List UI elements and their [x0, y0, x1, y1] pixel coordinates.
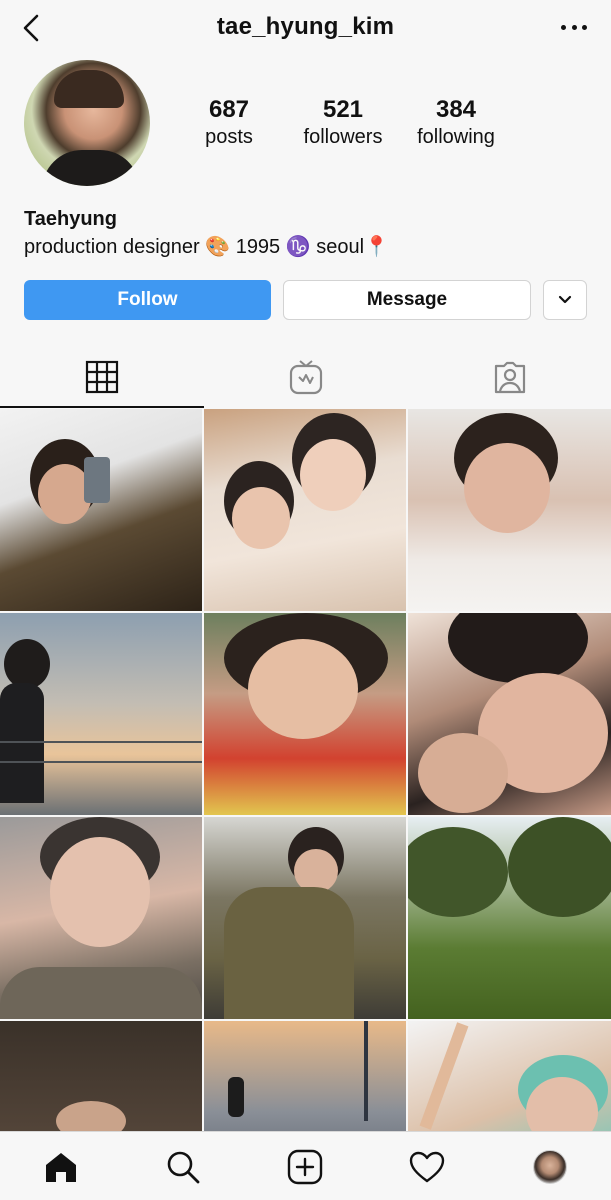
igtv-icon: [289, 360, 323, 395]
tagged-user-icon: [494, 361, 526, 394]
profile-tabs: [0, 344, 611, 410]
more-options-button[interactable]: [561, 16, 587, 38]
active-tab-indicator: [0, 406, 204, 408]
profile-avatar[interactable]: [24, 60, 150, 186]
nav-profile[interactable]: [489, 1132, 611, 1200]
post-thumbnail[interactable]: [408, 409, 611, 611]
profile-bio: production designer 🎨 1995 ♑ seoul📍: [24, 236, 389, 258]
more-dot-icon: [571, 24, 577, 30]
avatar-photo-detail: [54, 70, 124, 108]
posts-grid: [0, 409, 611, 1131]
post-thumbnail[interactable]: [0, 409, 202, 611]
photo-detail: [84, 457, 110, 503]
profile-display-name: Taehyung: [24, 208, 117, 230]
followers-stat[interactable]: 521 followers: [288, 96, 398, 150]
suggested-accounts-button[interactable]: [543, 280, 587, 320]
profile-screen: tae_hyung_kim 687 posts 521 followers 38…: [0, 0, 611, 1200]
photo-detail: [448, 613, 588, 683]
photo-detail: [408, 827, 508, 917]
more-dot-icon: [582, 24, 587, 30]
photo-detail: [56, 1101, 126, 1131]
post-thumbnail[interactable]: [408, 613, 611, 815]
photo-detail: [4, 639, 50, 689]
followers-count: 521: [322, 96, 364, 123]
nav-search[interactable]: [122, 1132, 244, 1200]
nav-home[interactable]: [0, 1132, 122, 1200]
follow-button[interactable]: Follow: [24, 280, 271, 320]
photo-detail: [0, 683, 44, 803]
photo-detail: [0, 967, 202, 1019]
post-thumbnail[interactable]: [204, 1021, 406, 1131]
bottom-navigation: [0, 1131, 611, 1200]
tab-igtv[interactable]: [204, 344, 408, 410]
nav-activity[interactable]: [366, 1132, 488, 1200]
chevron-down-icon: [558, 295, 572, 304]
post-thumbnail[interactable]: [408, 817, 611, 1019]
following-count: 384: [435, 96, 477, 123]
photo-detail: [0, 761, 202, 763]
tab-posts-grid[interactable]: [0, 344, 204, 410]
grid-icon: [85, 360, 119, 394]
top-bar: tae_hyung_kim: [0, 0, 611, 56]
search-icon: [167, 1151, 200, 1183]
message-button[interactable]: Message: [283, 280, 531, 320]
posts-label: posts: [205, 126, 253, 148]
profile-stats: 687 posts 521 followers 384 following: [174, 96, 514, 156]
profile-avatar-small: [533, 1149, 567, 1184]
following-label: following: [417, 126, 495, 148]
tab-tagged[interactable]: [408, 344, 611, 410]
more-dot-icon: [561, 24, 566, 30]
followers-label: followers: [303, 126, 383, 148]
post-thumbnail[interactable]: [0, 613, 202, 815]
post-thumbnail[interactable]: [0, 817, 202, 1019]
heart-icon: [409, 1151, 445, 1182]
post-thumbnail[interactable]: [204, 613, 406, 815]
photo-detail: [248, 639, 358, 739]
post-thumbnail[interactable]: [204, 409, 406, 611]
photo-detail: [228, 1077, 244, 1117]
post-thumbnail[interactable]: [408, 1021, 611, 1131]
following-stat[interactable]: 384 following: [401, 96, 511, 150]
home-icon: [46, 1152, 76, 1182]
photo-detail: [224, 887, 354, 1019]
post-thumbnail[interactable]: [204, 817, 406, 1019]
posts-count: 687: [208, 96, 250, 123]
posts-stat[interactable]: 687 posts: [174, 96, 284, 150]
photo-detail: [508, 817, 611, 917]
photo-detail: [0, 741, 202, 743]
photo-detail: [300, 439, 366, 511]
photo-detail: [419, 1022, 469, 1130]
post-thumbnail[interactable]: [0, 1021, 202, 1131]
nav-new-post[interactable]: [244, 1132, 366, 1200]
profile-username: tae_hyung_kim: [216, 13, 395, 40]
photo-detail: [418, 733, 508, 813]
avatar-photo-detail: [42, 150, 140, 186]
photo-detail: [464, 443, 550, 533]
photo-detail: [50, 837, 150, 947]
photo-detail: [364, 1021, 368, 1121]
photo-detail: [232, 487, 290, 549]
new-post-icon: [287, 1149, 323, 1184]
